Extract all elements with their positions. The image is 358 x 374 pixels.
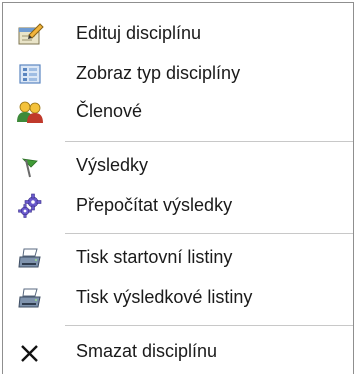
- menu-item-label: Zobraz typ disciplíny: [76, 63, 241, 83]
- context-menu: Edituj disciplínu Zobraz typ disciplíny: [2, 2, 354, 374]
- menu-item-recalculate-results[interactable]: Přepočítat výsledky: [3, 185, 353, 227]
- view-type-icon: [15, 59, 45, 89]
- menu-item-results[interactable]: Výsledky: [3, 145, 353, 187]
- printer-icon: [15, 283, 45, 313]
- menu-item-view-type[interactable]: Zobraz typ disciplíny: [3, 53, 353, 95]
- menu-separator: [65, 325, 353, 327]
- members-icon: [15, 97, 45, 127]
- menu-item-edit-discipline[interactable]: Edituj disciplínu: [3, 13, 353, 55]
- menu-item-print-start-list[interactable]: Tisk startovní listiny: [3, 237, 353, 279]
- results-flag-icon: [15, 151, 45, 181]
- menu-item-label: Tisk výsledkové listiny: [76, 287, 253, 307]
- menu-separator: [65, 141, 353, 143]
- edit-discipline-icon: [15, 19, 45, 49]
- menu-item-print-results-list[interactable]: Tisk výsledkové listiny: [3, 277, 353, 319]
- menu-separator: [65, 233, 353, 235]
- menu-item-label: Edituj disciplínu: [76, 23, 202, 43]
- menu-item-members[interactable]: Členové: [3, 91, 353, 133]
- printer-icon: [15, 243, 45, 273]
- menu-item-label: Výsledky: [76, 155, 149, 175]
- recalculate-gear-icon: [15, 191, 45, 221]
- menu-item-label: Členové: [76, 101, 143, 121]
- delete-x-icon: [15, 337, 45, 367]
- menu-item-label: Tisk startovní listiny: [76, 247, 233, 267]
- menu-item-delete-discipline[interactable]: Smazat disciplínu: [3, 331, 353, 373]
- menu-item-label: Smazat disciplínu: [76, 341, 218, 361]
- menu-item-label: Přepočítat výsledky: [76, 195, 233, 215]
